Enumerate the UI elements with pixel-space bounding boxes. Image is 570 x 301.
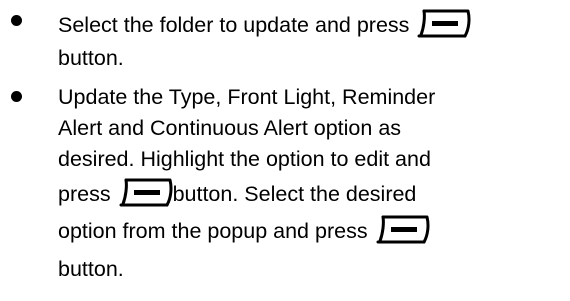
instruction-text: button. (58, 257, 124, 281)
bullet-dot (11, 15, 22, 26)
instruction-text: button. Select the desired (172, 182, 417, 206)
instruction-text: press (58, 182, 111, 206)
instruction-document: Select the folder to update and press bu… (0, 0, 570, 301)
softkey-icon (374, 215, 430, 245)
instruction-line: Update the Type, Front Light, Reminder (58, 85, 435, 109)
instruction-line: Select the folder to update and press (58, 9, 471, 39)
bullet-dot (11, 91, 22, 102)
instruction-line: button. (58, 257, 124, 281)
instruction-line: button. (58, 46, 124, 70)
instruction-text: Update the Type, Front Light, Reminder (58, 85, 436, 109)
softkey-icon (415, 9, 471, 39)
instruction-text: button. (58, 46, 124, 70)
instruction-text: Select the folder to update and press (58, 13, 410, 37)
instruction-text: option from the popup and press (58, 219, 368, 243)
softkey-icon (117, 178, 173, 208)
instruction-line: press button. Select the desired (58, 178, 416, 208)
instruction-text: desired. Highlight the option to edit an… (58, 147, 431, 171)
instruction-text: Alert and Continuous Alert option as (58, 116, 402, 140)
instruction-line: option from the popup and press (58, 215, 430, 245)
instruction-line: Alert and Continuous Alert option as (58, 116, 401, 140)
instruction-line: desired. Highlight the option to edit an… (58, 147, 431, 171)
